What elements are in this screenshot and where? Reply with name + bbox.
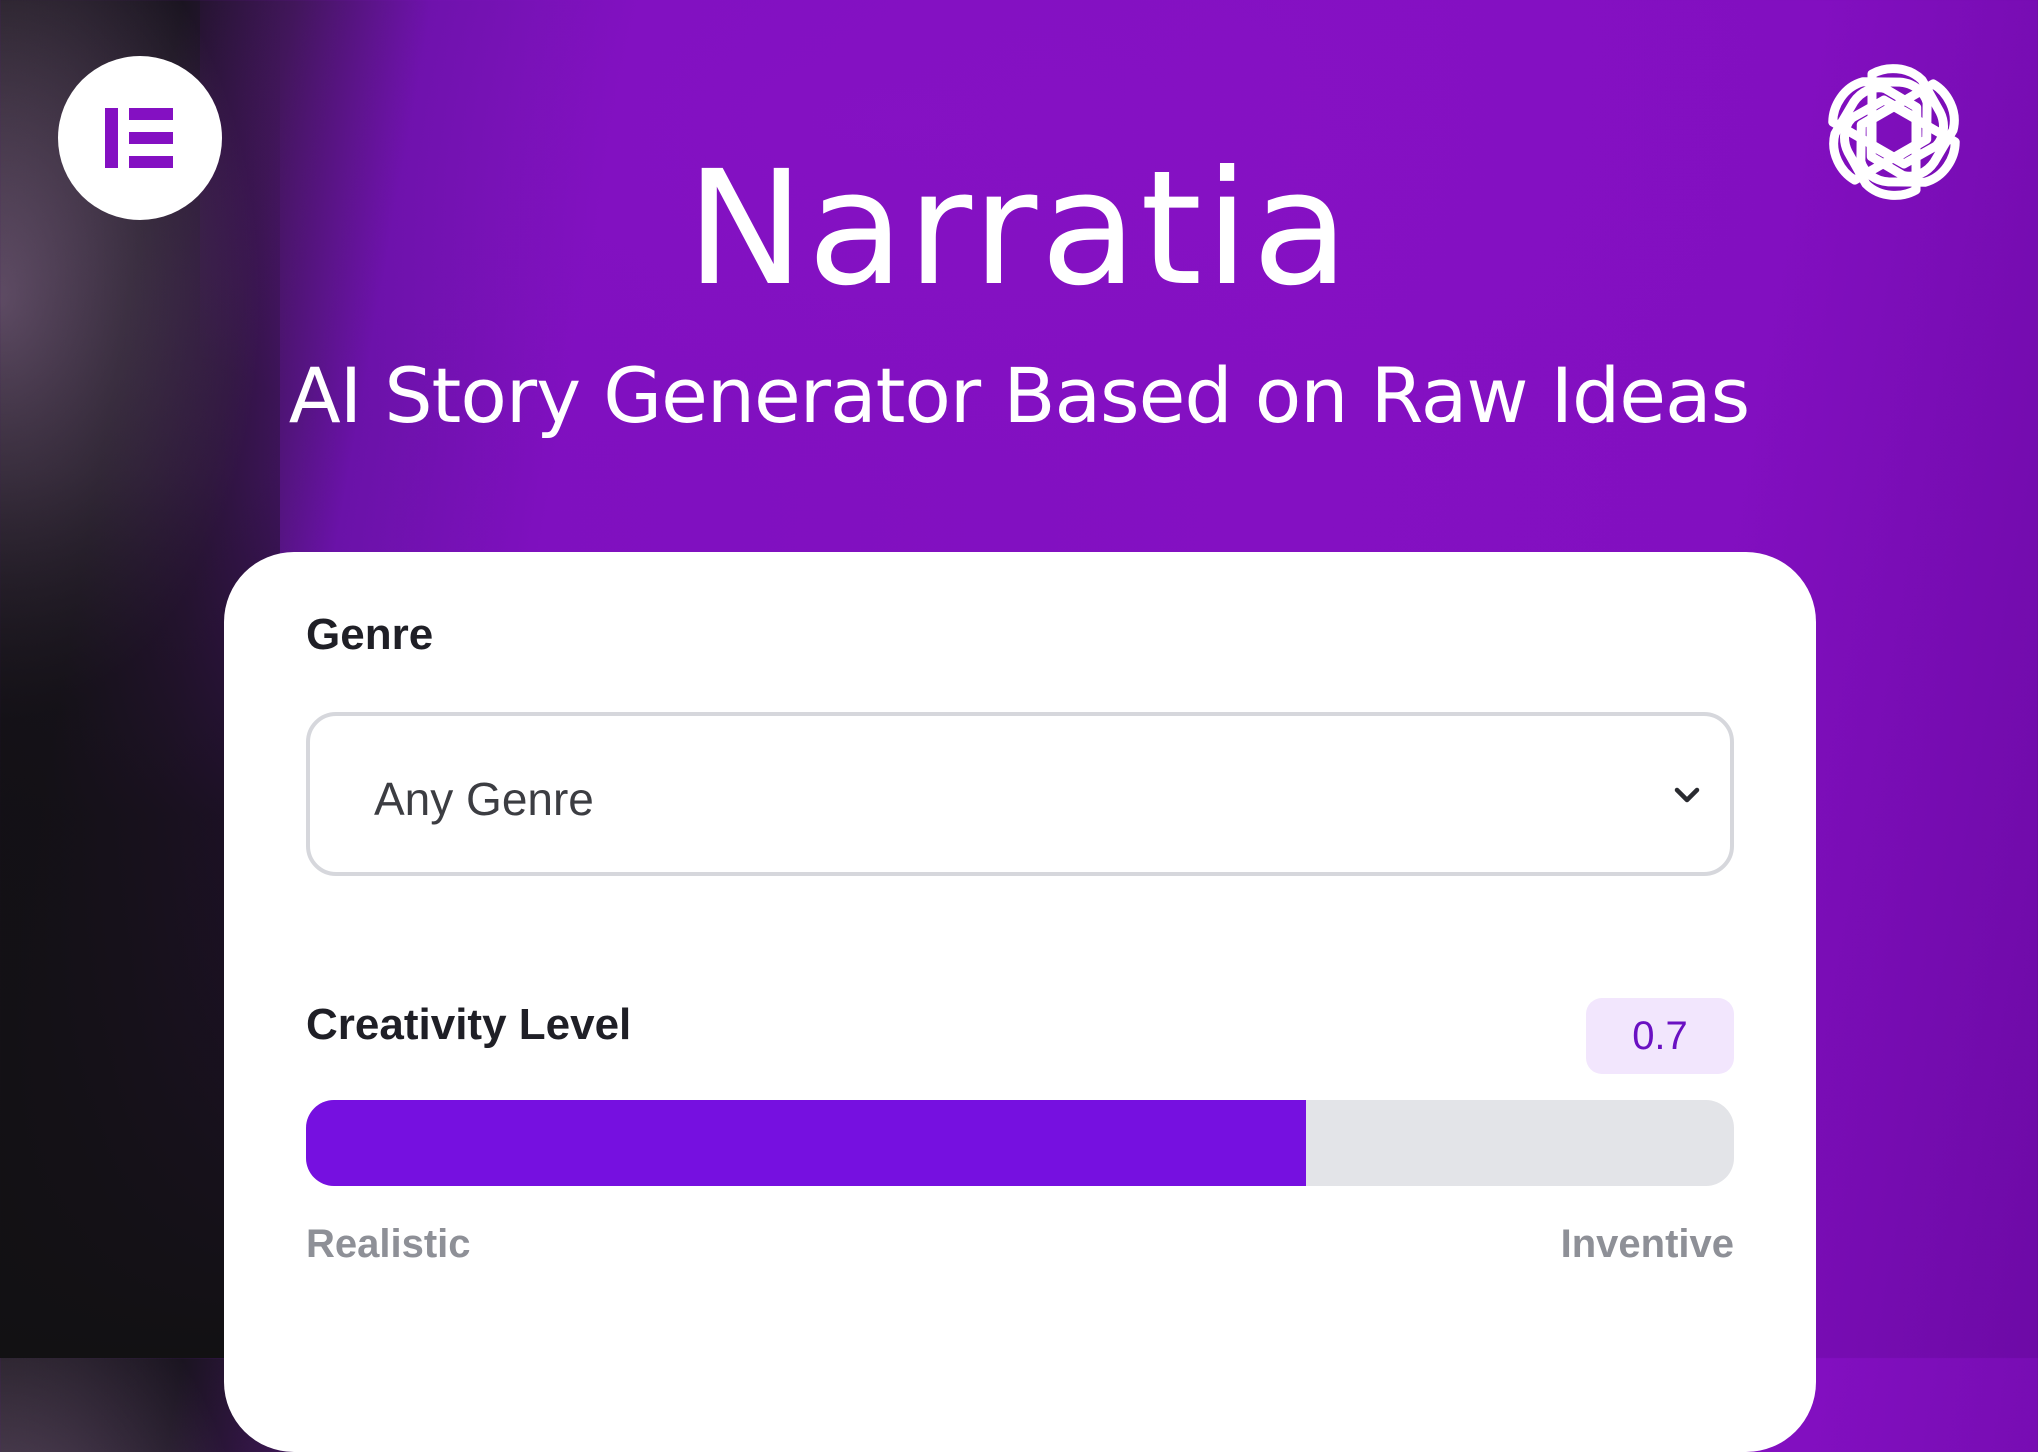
creativity-label: Creativity Level xyxy=(306,1000,632,1049)
creativity-slider[interactable] xyxy=(306,1100,1734,1186)
creativity-slider-fill xyxy=(306,1100,1306,1186)
creativity-value-badge: 0.7 xyxy=(1586,998,1734,1074)
chevron-down-icon xyxy=(1674,787,1700,803)
slider-max-label: Inventive xyxy=(1560,1222,1734,1266)
slider-min-label: Realistic xyxy=(306,1222,471,1266)
page-title: Narratia xyxy=(686,137,1352,321)
genre-label: Genre xyxy=(306,610,434,659)
genre-selected-value: Any Genre xyxy=(374,773,594,825)
page-subtitle: AI Story Generator Based on Raw Ideas xyxy=(288,351,1750,440)
genre-select[interactable]: Any Genre xyxy=(306,712,1734,876)
story-settings-card: Genre Any Genre Creativity Level 0.7 Rea… xyxy=(224,552,1816,1452)
